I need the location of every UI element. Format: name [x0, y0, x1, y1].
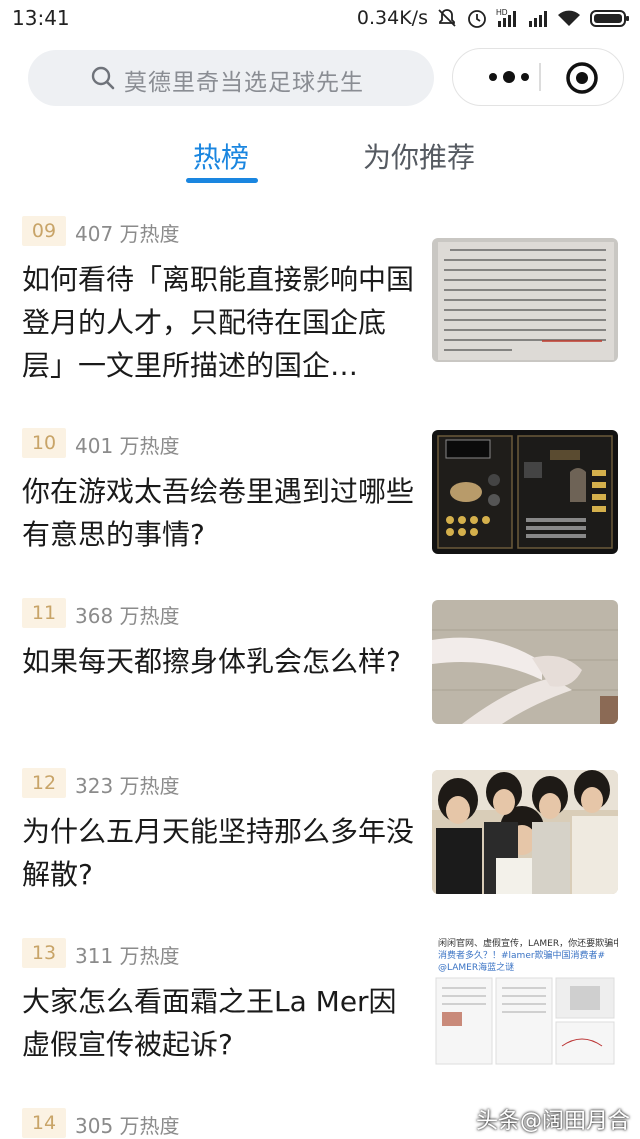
heat-count: 311 万热度 [75, 944, 180, 968]
network-speed: 0.34K/s [356, 7, 428, 29]
rank-badge: 11 [22, 598, 66, 628]
search-bar[interactable]: 莫德里奇当选足球先生 [28, 50, 434, 106]
list-item[interactable]: 11 368 万热度 如果每天都擦身体乳会怎么样? [0, 596, 640, 736]
capsule-divider [539, 63, 541, 91]
screenshot-text-line: 闲闲官网、虚假宣传，LAMER，你还要欺骗中国 [438, 939, 618, 949]
rank-badge: 09 [22, 216, 66, 246]
screenshot-hashtag-line: 消费者多久？！#lamer欺骗中国消费者# [438, 951, 606, 961]
band-photo-image [432, 770, 618, 894]
item-title: 如何看待「离职能直接影响中国登月的人才，只配待在国企底层」一文里所描述的国企… [22, 263, 415, 382]
alarm-icon [468, 10, 486, 28]
item-title: 为什么五月天能坚持那么多年没解散? [22, 815, 415, 891]
wifi-icon [558, 10, 580, 26]
mute-icon [438, 9, 456, 27]
heat-count: 407 万热度 [75, 222, 180, 246]
svg-text:HD: HD [496, 8, 508, 17]
rank-badge: 10 [22, 428, 66, 458]
search-icon [91, 66, 115, 90]
more-dots-icon[interactable] [481, 69, 537, 85]
list-item[interactable]: 10 401 万热度 你在游戏太吾绘卷里遇到过哪些有意思的事情? [0, 426, 640, 566]
hd-signal-icon: HD [496, 8, 516, 27]
status-bar: 13:41 0.34K/s HD [0, 0, 640, 36]
heat-count: 368 万热度 [75, 604, 180, 628]
status-time: 13:41 [12, 6, 70, 30]
weibo-screenshot-image: 闲闲官网、虚假宣传，LAMER，你还要欺骗中国 消费者多久？！#lamer欺骗中… [432, 936, 618, 1066]
search-placeholder: 莫德里奇当选足球先生 [124, 70, 364, 96]
item-title: 大家怎么看面霜之王La Mer因虚假宣传被起诉? [22, 985, 397, 1061]
miniprogram-capsule [452, 48, 624, 106]
rank-badge: 12 [22, 768, 66, 798]
legs-photo-image [432, 600, 618, 724]
list-item[interactable]: 13 311 万热度 大家怎么看面霜之王La Mer因虚假宣传被起诉? 闲闲官网… [0, 936, 640, 1086]
document-scan-image [432, 238, 618, 362]
battery-icon [590, 10, 629, 27]
heat-count: 401 万热度 [75, 434, 180, 458]
tab-hot-list[interactable]: 热榜 [193, 136, 249, 176]
rank-badge: 14 [22, 1108, 66, 1138]
status-icons: 0.34K/s HD [357, 5, 630, 31]
item-title: 如果每天都擦身体乳会怎么样? [22, 645, 401, 678]
tab-recommend[interactable]: 为你推荐 [363, 136, 475, 176]
watermark: 头条@阔田月合 [475, 1109, 630, 1134]
list-item[interactable]: 09 407 万热度 如何看待「离职能直接影响中国登月的人才，只配待在国企底层」… [0, 214, 640, 384]
game-screenshot-image [432, 430, 618, 554]
signal-icon [529, 11, 547, 27]
active-tab-indicator [186, 178, 258, 183]
heat-count: 305 万热度 [75, 1114, 180, 1138]
item-title: 你在游戏太吾绘卷里遇到过哪些有意思的事情? [22, 475, 415, 551]
heat-count: 323 万热度 [75, 774, 180, 798]
target-close-icon[interactable] [565, 61, 599, 95]
list-item[interactable]: 12 323 万热度 为什么五月天能坚持那么多年没解散? [0, 766, 640, 906]
screenshot-mention-line: @LAMER海蓝之谜 [438, 963, 515, 973]
rank-badge: 13 [22, 938, 66, 968]
